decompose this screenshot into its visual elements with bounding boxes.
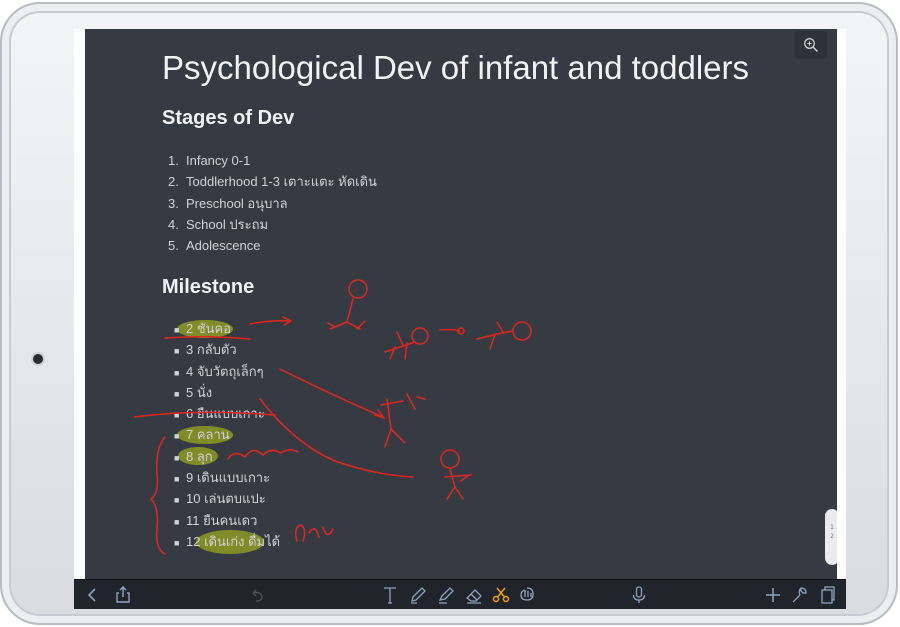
app-screen: Psychological Dev of infant and toddlers…: [74, 29, 846, 609]
list-item: ■ 5 นั่ง: [174, 384, 213, 400]
stages-list: 1. Infancy 0-1 2. Toddlerhood 1-3 เตาะแตะ …: [168, 150, 377, 256]
milestone-heading: Milestone: [162, 276, 255, 298]
milestone-list: ■ 2 ชันคอ ■ 3 กลับตัว ■ 4 จับวัตถุเล็กๆ ■ 5 …: [168, 318, 280, 552]
page-margin-left: [74, 29, 85, 579]
pen-icon[interactable]: [407, 584, 429, 606]
list-item: 1. Infancy 0-1: [168, 153, 251, 168]
list-item: 5. Adolescence: [168, 238, 261, 254]
eraser-icon[interactable]: [463, 584, 485, 606]
zoom-button[interactable]: [795, 31, 827, 59]
list-item: ■ 11 ยืนคนเดว: [174, 512, 258, 528]
page-margin-right: [837, 29, 846, 579]
list-item: 3. Preschool อนุบาล: [168, 195, 288, 211]
list-item: ■ 12 เดินเก่ง ดื่มได้: [174, 533, 281, 549]
list-item: ■ 2 ชันคอ: [174, 321, 232, 336]
ipad-frame: Psychological Dev of infant and toddlers…: [0, 2, 898, 625]
list-item: ■ 9 เดินแบบเกาะ: [174, 470, 271, 486]
back-icon[interactable]: [82, 584, 104, 606]
scissors-icon[interactable]: [490, 584, 512, 606]
bottom-toolbar: [74, 579, 846, 609]
share-icon[interactable]: [112, 584, 134, 606]
lasso-hand-icon[interactable]: [516, 584, 538, 606]
zoom-in-icon: [804, 38, 819, 53]
page-scroll-indicator[interactable]: 1 2: [825, 509, 837, 565]
text-tool-icon[interactable]: [379, 584, 401, 606]
stages-heading: Stages of Dev: [162, 107, 295, 129]
microphone-icon[interactable]: [628, 584, 650, 606]
wrench-icon[interactable]: [788, 584, 810, 606]
list-item: 4. School ประถม: [168, 216, 269, 232]
add-icon[interactable]: [762, 584, 784, 606]
pages-icon[interactable]: [816, 584, 838, 606]
list-item: 2. Toddlerhood 1-3 เตาะแตะ หัดเดิน: [168, 174, 377, 190]
list-item: ■ 8 ลุก: [174, 448, 213, 464]
document-title: Psychological Dev of infant and toddlers: [162, 49, 750, 86]
list-item: ■ 3 กลับตัว: [174, 342, 237, 358]
list-item: ■ 10 เล่นตบแปะ: [174, 491, 266, 507]
list-item: ■ 7 คลาน: [174, 427, 230, 443]
highlighter-icon[interactable]: [435, 584, 457, 606]
home-button[interactable]: [33, 354, 43, 364]
list-item: ■ 4 จับวัตถุเล็กๆ: [174, 363, 264, 379]
note-page[interactable]: Psychological Dev of infant and toddlers…: [85, 29, 837, 579]
list-item: ■ 6 ยืนแบบเกาะ: [174, 406, 265, 422]
undo-icon[interactable]: [246, 584, 268, 606]
